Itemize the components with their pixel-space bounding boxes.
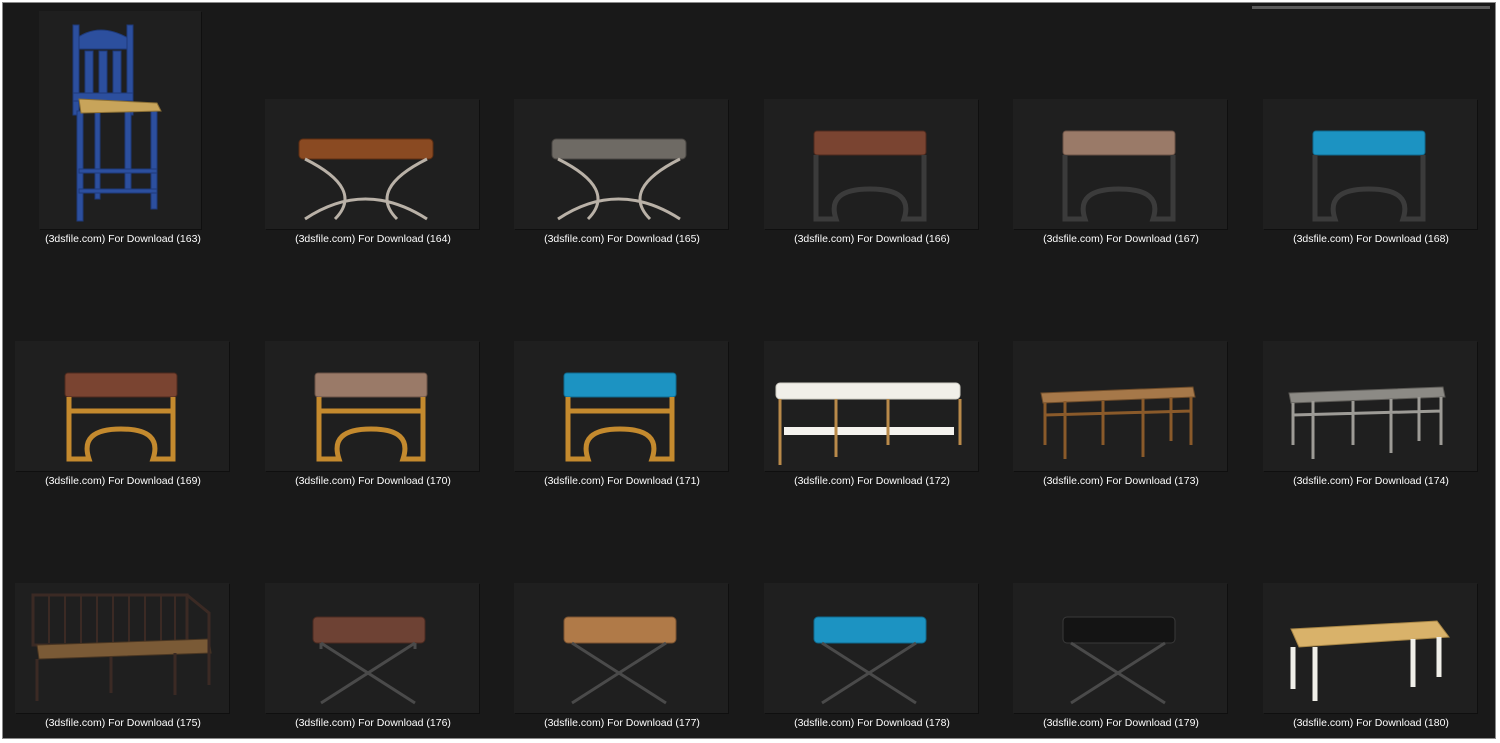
teal-gold-stool-icon: [514, 341, 728, 471]
taupe-curved-stool-icon: [1013, 99, 1227, 229]
file-item[interactable]: (3dsfile.com) For Download (180): [1251, 487, 1491, 743]
file-item[interactable]: (3dsfile.com) For Download (165): [502, 3, 742, 259]
bamboo-bench-icon: [1013, 341, 1227, 471]
file-name: (3dsfile.com) For Download (176): [295, 717, 451, 729]
file-item[interactable]: (3dsfile.com) For Download (171): [502, 245, 742, 501]
file-item[interactable]: (3dsfile.com) For Download (173): [1001, 245, 1241, 501]
blue-bar-chair-icon: [39, 11, 201, 229]
file-item[interactable]: (3dsfile.com) For Download (164): [253, 3, 493, 259]
file-name: (3dsfile.com) For Download (174): [1293, 475, 1449, 487]
file-item[interactable]: (3dsfile.com) For Download (172): [752, 245, 992, 501]
file-name: (3dsfile.com) For Download (168): [1293, 233, 1449, 245]
file-item[interactable]: (3dsfile.com) For Download (174): [1251, 245, 1491, 501]
grey-x-bench-icon: [514, 99, 728, 229]
file-item[interactable]: (3dsfile.com) For Download (169): [3, 245, 243, 501]
teal-curved-stool-icon: [1263, 99, 1477, 229]
file-name: (3dsfile.com) For Download (163): [45, 233, 201, 245]
brown-curved-stool-icon: [764, 99, 978, 229]
file-name: (3dsfile.com) For Download (169): [45, 475, 201, 487]
tan-x-stool-icon: [514, 583, 728, 713]
file-name: (3dsfile.com) For Download (167): [1043, 233, 1199, 245]
spindle-settee-icon: [15, 583, 229, 713]
file-item[interactable]: (3dsfile.com) For Download (168): [1251, 3, 1491, 259]
file-name: (3dsfile.com) For Download (173): [1043, 475, 1199, 487]
file-explorer-window: (3dsfile.com) For Download (163) (3dsfil…: [2, 2, 1496, 739]
brown-gold-stool-icon: [15, 341, 229, 471]
file-name: (3dsfile.com) For Download (178): [794, 717, 950, 729]
file-name: (3dsfile.com) For Download (172): [794, 475, 950, 487]
file-item[interactable]: (3dsfile.com) For Download (167): [1001, 3, 1241, 259]
cream-bench-icon: [1263, 583, 1477, 713]
file-name: (3dsfile.com) For Download (165): [544, 233, 700, 245]
file-name: (3dsfile.com) For Download (180): [1293, 717, 1449, 729]
file-item[interactable]: (3dsfile.com) For Download (163): [3, 3, 243, 259]
file-item[interactable]: (3dsfile.com) For Download (176): [253, 487, 493, 743]
white-shelf-bench-icon: [764, 341, 978, 471]
file-item[interactable]: (3dsfile.com) For Download (166): [752, 3, 992, 259]
taupe-gold-stool-icon: [265, 341, 479, 471]
file-name: (3dsfile.com) For Download (175): [45, 717, 201, 729]
brown-x-bench-icon: [265, 99, 479, 229]
file-name: (3dsfile.com) For Download (171): [544, 475, 700, 487]
teal-x-stool-icon: [764, 583, 978, 713]
grey-bamboo-bench-icon: [1263, 341, 1477, 471]
black-x-stool-icon: [1013, 583, 1227, 713]
file-name: (3dsfile.com) For Download (166): [794, 233, 950, 245]
file-item[interactable]: (3dsfile.com) For Download (178): [752, 487, 992, 743]
file-item[interactable]: (3dsfile.com) For Download (179): [1001, 487, 1241, 743]
file-item[interactable]: (3dsfile.com) For Download (177): [502, 487, 742, 743]
file-name: (3dsfile.com) For Download (164): [295, 233, 451, 245]
file-name: (3dsfile.com) For Download (179): [1043, 717, 1199, 729]
file-name: (3dsfile.com) For Download (177): [544, 717, 700, 729]
file-item[interactable]: (3dsfile.com) For Download (170): [253, 245, 493, 501]
file-item[interactable]: (3dsfile.com) For Download (175): [3, 487, 243, 743]
file-name: (3dsfile.com) For Download (170): [295, 475, 451, 487]
brown-x-stool-icon: [265, 583, 479, 713]
